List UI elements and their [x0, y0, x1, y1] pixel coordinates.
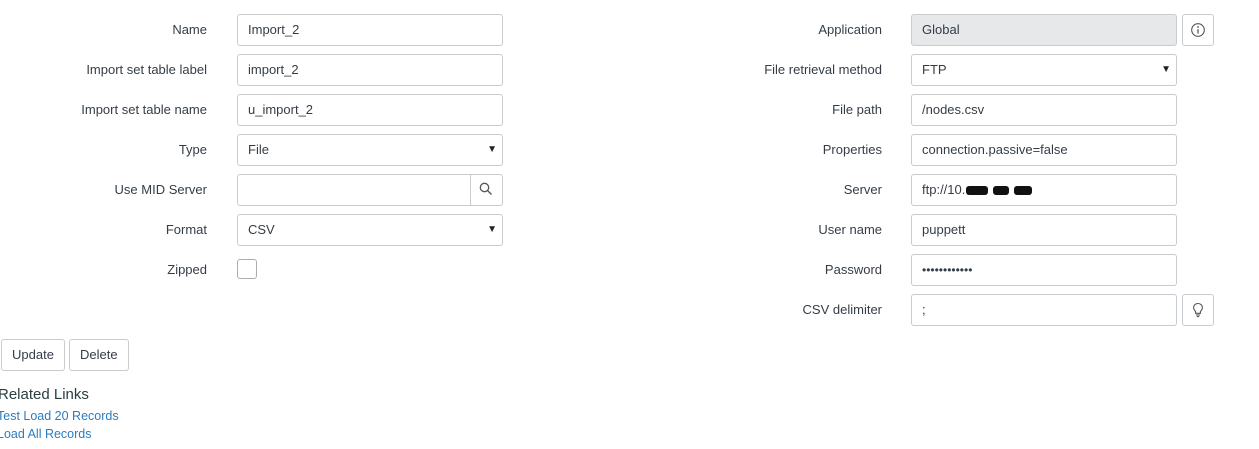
server-value: ftp://10. — [922, 182, 966, 197]
server-input[interactable]: ftp://10. — [911, 174, 1177, 206]
caret-down-icon: ▼ — [487, 224, 497, 235]
name-input[interactable]: Import_2 — [237, 14, 503, 46]
name-label: Name — [172, 22, 207, 37]
retrieval-select[interactable]: FTP ▼ — [911, 54, 1177, 86]
file-path-label: File path — [832, 102, 882, 117]
type-select-value: File — [248, 142, 269, 157]
related-links-title: Related Links — [0, 386, 89, 403]
table-name-input[interactable]: u_import_2 — [237, 94, 503, 126]
user-name-input[interactable]: puppett — [911, 214, 1177, 246]
user-name-label: User name — [818, 222, 882, 237]
password-input[interactable]: •••••••••••• — [911, 254, 1177, 286]
mid-server-input[interactable] — [237, 174, 503, 206]
format-label: Format — [165, 222, 207, 237]
server-label: Server — [843, 182, 882, 197]
properties-input[interactable]: connection.passive=false — [911, 134, 1177, 166]
retrieval-label: File retrieval method — [764, 62, 882, 77]
table-name-label: Import set table name — [81, 102, 207, 117]
redaction-mark — [993, 186, 1010, 196]
zipped-checkbox[interactable] — [237, 259, 257, 279]
caret-down-icon: ▼ — [487, 144, 497, 155]
search-icon — [479, 182, 492, 195]
csv-delimiter-input[interactable]: ; — [911, 294, 1177, 326]
type-select[interactable]: File ▼ — [237, 134, 503, 166]
csv-delimiter-label: CSV delimiter — [802, 302, 882, 317]
application-field: Global — [911, 14, 1177, 46]
password-label: Password — [824, 262, 882, 277]
file-path-input[interactable]: /nodes.csv — [911, 94, 1177, 126]
info-icon — [1191, 23, 1205, 37]
delete-button[interactable]: Delete — [69, 339, 129, 371]
properties-label: Properties — [822, 142, 882, 157]
lightbulb-icon — [1193, 302, 1203, 318]
table-label-label: Import set table label — [86, 62, 207, 77]
application-label: Application — [818, 22, 882, 37]
format-select-value: CSV — [248, 222, 275, 237]
redaction-mark — [1014, 186, 1033, 196]
application-info-button[interactable] — [1182, 14, 1214, 46]
format-select[interactable]: CSV ▼ — [237, 214, 503, 246]
test-load-link[interactable]: Test Load 20 Records — [0, 409, 119, 423]
mid-server-label: Use MID Server — [114, 182, 207, 197]
table-label-input[interactable]: import_2 — [237, 54, 503, 86]
load-all-link[interactable]: Load All Records — [0, 427, 92, 441]
delimiter-suggestion-button[interactable] — [1182, 294, 1214, 326]
caret-down-icon: ▼ — [1161, 64, 1171, 75]
type-label: Type — [178, 142, 207, 157]
zipped-label: Zipped — [167, 262, 207, 277]
retrieval-select-value: FTP — [922, 62, 947, 77]
mid-server-lookup-button[interactable] — [470, 175, 502, 205]
redaction-mark — [966, 186, 989, 196]
update-button[interactable]: Update — [1, 339, 65, 371]
